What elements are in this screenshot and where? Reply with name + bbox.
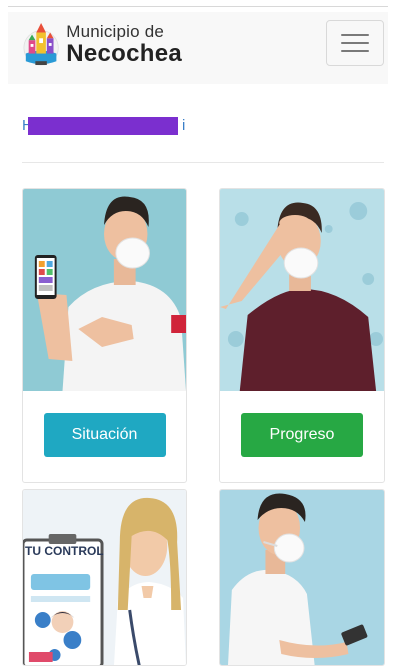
hamburger-menu-icon: [341, 34, 369, 36]
card-situacion: Situación: [22, 188, 187, 483]
progreso-button[interactable]: Progreso: [241, 413, 363, 457]
municipio-logo[interactable]: Municipio de Necochea: [22, 16, 182, 72]
logo-line-necochea: Necochea: [66, 39, 182, 67]
hamburger-menu-button[interactable]: [326, 20, 384, 66]
situacion-button[interactable]: Situación: [43, 413, 166, 457]
redacted-link[interactable]: H i: [22, 116, 192, 138]
site-header: Municipio de Necochea: [8, 12, 388, 84]
card-tu-control-image: [23, 490, 186, 665]
card-tu-control: TU CONTROL: [22, 489, 187, 666]
card-telefono-image: [220, 490, 384, 665]
logo-line-municipio: Municipio de: [66, 21, 165, 41]
redaction-bar: [28, 117, 178, 135]
tu-control-caption: TU CONTROL: [25, 544, 104, 558]
hamburger-menu-icon-bar: [341, 50, 369, 52]
necochea-emblem-icon: [23, 22, 59, 66]
section-divider: [22, 162, 384, 163]
card-progreso-image: [220, 189, 384, 391]
card-situacion-image: [23, 189, 186, 391]
top-border: [8, 6, 388, 7]
card-progreso: Progreso: [219, 188, 385, 483]
link-visible-end: i: [182, 117, 186, 134]
hamburger-menu-icon-bar: [341, 42, 369, 44]
card-telefono: [219, 489, 385, 666]
